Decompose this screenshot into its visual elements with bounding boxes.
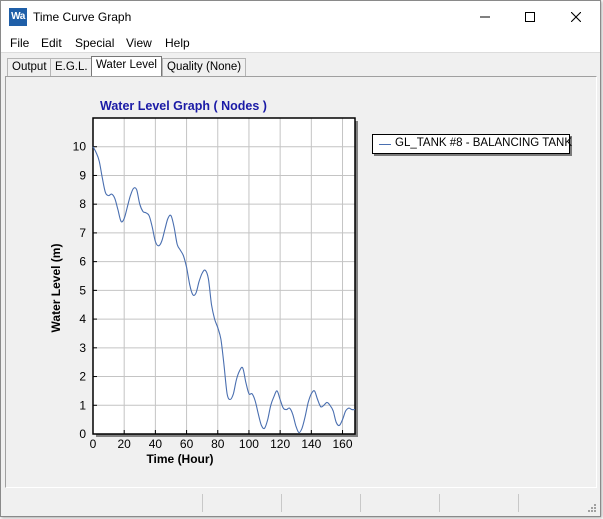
graph-panel: 0 1 2 3 4 5 6 7 8 9 10 0 20 40 60 80 100 120 140 160 Water L… <box>5 76 597 488</box>
y-tick-label: 2 <box>79 370 86 384</box>
menu-special[interactable]: Special <box>75 36 114 50</box>
x-tick-label: 100 <box>239 437 259 451</box>
resize-grip-icon[interactable] <box>587 503 597 513</box>
time-curve-graph-window: Wa Time Curve Graph File Edit Special Vi… <box>0 0 601 517</box>
x-tick-label: 60 <box>180 437 194 451</box>
plot-area <box>93 118 355 434</box>
title-bar[interactable]: Wa Time Curve Graph <box>1 1 600 33</box>
menu-help[interactable]: Help <box>165 36 190 50</box>
tab-water-level[interactable]: Water Level <box>91 56 162 76</box>
maximize-icon <box>525 12 535 22</box>
close-icon <box>571 12 581 22</box>
legend-series-swatch <box>379 144 391 145</box>
status-separator <box>518 494 519 512</box>
maximize-button[interactable] <box>507 1 553 33</box>
window-title: Time Curve Graph <box>33 10 132 24</box>
x-tick-label: 80 <box>211 437 225 451</box>
minimize-button[interactable] <box>462 1 508 33</box>
status-separator <box>281 494 282 512</box>
y-tick-label: 6 <box>79 255 86 269</box>
tab-quality[interactable]: Quality (None) <box>162 58 247 76</box>
app-icon: Wa <box>9 8 27 26</box>
status-separator <box>360 494 361 512</box>
minimize-icon <box>480 16 490 18</box>
x-tick-label: 140 <box>301 437 321 451</box>
menu-edit[interactable]: Edit <box>41 36 62 50</box>
menu-bar: File Edit Special View Help <box>1 33 600 53</box>
x-tick-label: 20 <box>118 437 132 451</box>
chart-legend[interactable]: GL_TANK #8 - BALANCING TANK <box>372 134 573 154</box>
x-tick-label: 40 <box>149 437 163 451</box>
tab-bar: Output E.G.L. Water Level Quality (None) <box>1 55 600 77</box>
close-button[interactable] <box>553 1 599 33</box>
y-tick-label: 3 <box>79 341 86 355</box>
y-tick-label: 8 <box>79 197 86 211</box>
y-tick-label: 9 <box>79 168 86 182</box>
y-tick-label: 1 <box>79 398 86 412</box>
y-tick-label: 4 <box>79 312 86 326</box>
y-tick-label: 5 <box>79 283 86 297</box>
menu-view[interactable]: View <box>126 36 152 50</box>
y-tick-label: 0 <box>79 427 86 441</box>
x-axis-label: Time (Hour) <box>146 452 213 466</box>
x-tick-label: 120 <box>270 437 290 451</box>
x-tick-label: 160 <box>333 437 353 451</box>
tab-output[interactable]: Output <box>7 58 52 76</box>
status-separator <box>202 494 203 512</box>
legend-series-label: GL_TANK #8 - BALANCING TANK <box>395 137 573 149</box>
chart-title: Water Level Graph ( Nodes ) <box>100 99 267 113</box>
menu-file[interactable]: File <box>10 36 29 50</box>
y-tick-label: 7 <box>79 226 86 240</box>
status-separator <box>439 494 440 512</box>
tab-egl[interactable]: E.G.L. <box>50 58 93 76</box>
status-bar <box>1 491 600 516</box>
x-tick-label: 0 <box>90 437 97 451</box>
y-tick-label: 10 <box>73 140 87 154</box>
y-axis-label: Water Level (m) <box>49 244 63 333</box>
